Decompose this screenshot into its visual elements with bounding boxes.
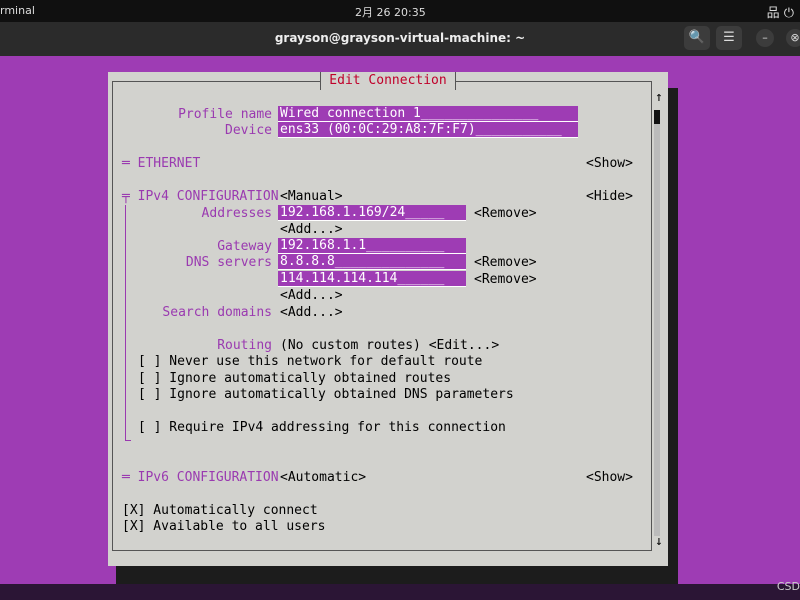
routing-label: Routing — [217, 338, 272, 353]
scroll-up-arrow[interactable]: ↑ — [655, 90, 663, 106]
scroll-down-arrow[interactable]: ↓ — [655, 534, 663, 550]
menu-icon[interactable]: ☰ — [716, 26, 742, 50]
system-tray-icons[interactable]: 品 ⏻ — [767, 2, 794, 21]
remove-dns-2-button[interactable]: <Remove> — [474, 272, 537, 288]
ipv6-section-label: ═ IPv6 CONFIGURATION — [122, 470, 279, 485]
device-field[interactable]: ens33 (00:0C:29:A8:7F:F7)___________ — [278, 122, 578, 138]
ipv4-hide-button[interactable]: <Hide> — [586, 189, 633, 205]
require-ipv4-checkbox[interactable]: [ ] Require IPv4 addressing for this con… — [138, 420, 506, 436]
device-label: Device — [225, 123, 272, 138]
auto-connect-checkbox[interactable]: [X] Automatically connect — [122, 503, 318, 519]
watermark: CSD — [776, 580, 800, 593]
add-dns-button[interactable]: <Add...> — [280, 288, 343, 304]
remove-address-button[interactable]: <Remove> — [474, 206, 537, 222]
dialog-title: Edit Connection — [320, 72, 456, 90]
terminal-titlebar: grayson@grayson-virtual-machine: ~ 🔍 ☰ –… — [0, 22, 800, 56]
ipv4-method-select[interactable]: <Manual> — [280, 189, 343, 205]
remove-dns-1-button[interactable]: <Remove> — [474, 255, 537, 271]
ethernet-section-label: ═ ETHERNET — [122, 156, 201, 171]
clock[interactable]: 2月 26 20:35 — [355, 4, 426, 20]
profile-name-label: Profile name — [178, 107, 272, 122]
window-title: grayson@grayson-virtual-machine: ~ — [274, 31, 526, 45]
never-default-route-checkbox[interactable]: [ ] Never use this network for default r… — [138, 354, 482, 370]
search-icon[interactable]: 🔍 — [684, 26, 710, 50]
ipv6-method-select[interactable]: <Automatic> — [280, 470, 366, 486]
gateway-field[interactable]: 192.168.1.1__________ — [278, 238, 466, 254]
ethernet-show-button[interactable]: <Show> — [586, 156, 633, 172]
ipv6-show-button[interactable]: <Show> — [586, 470, 633, 486]
dns-field-1[interactable]: 8.8.8.8______________ — [278, 254, 466, 270]
system-top-bar: rminal 2月 26 20:35 品 ⏻ — [0, 0, 800, 22]
terminal-bottom — [0, 584, 800, 600]
add-address-button[interactable]: <Add...> — [280, 222, 343, 238]
ignore-dns-checkbox[interactable]: [ ] Ignore automatically obtained DNS pa… — [138, 387, 514, 403]
addresses-label: Addresses — [201, 206, 272, 221]
ipv4-section-bracket — [125, 205, 131, 441]
minimize-button[interactable]: – — [756, 29, 774, 47]
scrollbar-thumb[interactable] — [654, 110, 660, 124]
profile-name-field[interactable]: Wired connection 1_______________ — [278, 106, 578, 122]
close-button[interactable]: ⊗ — [786, 29, 800, 47]
scrollbar-track[interactable] — [654, 110, 660, 536]
ipv4-section-label: ╤ IPv4 CONFIGURATION — [122, 189, 279, 204]
app-name[interactable]: rminal — [0, 4, 35, 17]
gateway-label: Gateway — [217, 239, 272, 254]
dns-field-2[interactable]: 114.114.114.114______ — [278, 271, 466, 287]
search-domains-label: Search domains — [162, 305, 272, 320]
add-search-domain-button[interactable]: <Add...> — [280, 305, 343, 321]
ignore-routes-checkbox[interactable]: [ ] Ignore automatically obtained routes — [138, 371, 451, 387]
dns-servers-label: DNS servers — [185, 255, 272, 270]
routing-edit-button[interactable]: (No custom routes) <Edit...> — [280, 338, 499, 354]
address-field[interactable]: 192.168.1.169/24_____ — [278, 205, 466, 221]
all-users-checkbox[interactable]: [X] Available to all users — [122, 519, 326, 535]
